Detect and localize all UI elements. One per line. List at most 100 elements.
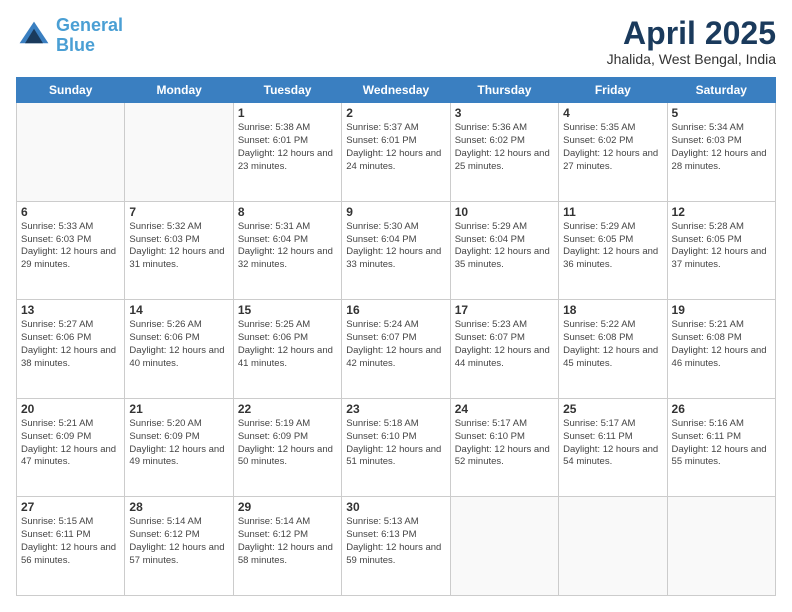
day-number: 2 bbox=[346, 106, 445, 120]
week-row-1: 1 Sunrise: 5:38 AMSunset: 6:01 PMDaylight… bbox=[17, 103, 776, 202]
calendar-cell: 16 Sunrise: 5:24 AMSunset: 6:07 PMDayligh… bbox=[342, 300, 450, 399]
day-info: Sunrise: 5:29 AMSunset: 6:05 PMDaylight:… bbox=[563, 221, 662, 272]
day-number: 8 bbox=[238, 205, 337, 219]
calendar-cell: 24Sunrise: 5:17 AMSunset: 6:10 PMDayligh… bbox=[450, 398, 558, 497]
title-block: April 2025 Jhalida, West Bengal, India bbox=[607, 16, 776, 67]
day-info: Sunrise: 5:18 AMSunset: 6:10 PMDaylight:… bbox=[346, 418, 445, 469]
day-info: Sunrise: 5:21 AMSunset: 6:09 PMDaylight:… bbox=[21, 418, 120, 469]
day-number: 20 bbox=[21, 402, 120, 416]
calendar-cell: 19 Sunrise: 5:21 AMSunset: 6:08 PMDayligh… bbox=[667, 300, 775, 399]
day-info: Sunrise: 5:32 AMSunset: 6:03 PMDaylight:… bbox=[129, 221, 228, 272]
day-number: 17 bbox=[455, 303, 554, 317]
week-row-3: 13 Sunrise: 5:27 AMSunset: 6:06 PMDayligh… bbox=[17, 300, 776, 399]
header-tuesday: Tuesday bbox=[233, 78, 341, 103]
day-info: Sunrise: 5:37 AMSunset: 6:01 PMDaylight:… bbox=[346, 122, 445, 173]
day-info: Sunrise: 5:13 AMSunset: 6:13 PMDaylight:… bbox=[346, 516, 445, 567]
calendar-cell: 5 Sunrise: 5:34 AMSunset: 6:03 PMDaylight… bbox=[667, 103, 775, 202]
calendar-cell: 18Sunrise: 5:22 AMSunset: 6:08 PMDayligh… bbox=[559, 300, 667, 399]
header-friday: Friday bbox=[559, 78, 667, 103]
calendar-cell: 10Sunrise: 5:29 AMSunset: 6:04 PMDayligh… bbox=[450, 201, 558, 300]
day-info: Sunrise: 5:27 AMSunset: 6:06 PMDaylight:… bbox=[21, 319, 120, 370]
calendar-cell bbox=[17, 103, 125, 202]
logo-general: General bbox=[56, 15, 123, 35]
day-number: 6 bbox=[21, 205, 120, 219]
calendar-cell: 12Sunrise: 5:28 AMSunset: 6:05 PMDayligh… bbox=[667, 201, 775, 300]
day-info: Sunrise: 5:35 AMSunset: 6:02 PMDaylight:… bbox=[563, 122, 662, 173]
day-number: 26 bbox=[672, 402, 771, 416]
day-info: Sunrise: 5:17 AMSunset: 6:10 PMDaylight:… bbox=[455, 418, 554, 469]
day-info: Sunrise: 5:24 AMSunset: 6:07 PMDaylight:… bbox=[346, 319, 445, 370]
calendar-cell: 4Sunrise: 5:35 AMSunset: 6:02 PMDaylight… bbox=[559, 103, 667, 202]
day-info: Sunrise: 5:21 AMSunset: 6:08 PMDaylight:… bbox=[672, 319, 771, 370]
day-number: 19 bbox=[672, 303, 771, 317]
day-info: Sunrise: 5:14 AMSunset: 6:12 PMDaylight:… bbox=[238, 516, 337, 567]
day-info: Sunrise: 5:14 AMSunset: 6:12 PMDaylight:… bbox=[129, 516, 228, 567]
calendar-cell: 27 Sunrise: 5:15 AMSunset: 6:11 PMDayligh… bbox=[17, 497, 125, 596]
calendar-cell: 2 Sunrise: 5:37 AMSunset: 6:01 PMDaylight… bbox=[342, 103, 450, 202]
day-info: Sunrise: 5:34 AMSunset: 6:03 PMDaylight:… bbox=[672, 122, 771, 173]
day-number: 3 bbox=[455, 106, 554, 120]
calendar-cell: 11 Sunrise: 5:29 AMSunset: 6:05 PMDayligh… bbox=[559, 201, 667, 300]
day-number: 13 bbox=[21, 303, 120, 317]
day-number: 21 bbox=[129, 402, 228, 416]
day-number: 9 bbox=[346, 205, 445, 219]
calendar-cell: 20 Sunrise: 5:21 AMSunset: 6:09 PMDayligh… bbox=[17, 398, 125, 497]
day-number: 23 bbox=[346, 402, 445, 416]
header-monday: Monday bbox=[125, 78, 233, 103]
calendar-cell bbox=[450, 497, 558, 596]
header-saturday: Saturday bbox=[667, 78, 775, 103]
calendar-cell: 1 Sunrise: 5:38 AMSunset: 6:01 PMDaylight… bbox=[233, 103, 341, 202]
calendar-table: Sunday Monday Tuesday Wednesday Thursday… bbox=[16, 77, 776, 596]
day-info: Sunrise: 5:26 AMSunset: 6:06 PMDaylight:… bbox=[129, 319, 228, 370]
day-info: Sunrise: 5:28 AMSunset: 6:05 PMDaylight:… bbox=[672, 221, 771, 272]
calendar-cell: 9Sunrise: 5:30 AMSunset: 6:04 PMDaylight… bbox=[342, 201, 450, 300]
calendar-cell: 29 Sunrise: 5:14 AMSunset: 6:12 PMDayligh… bbox=[233, 497, 341, 596]
day-info: Sunrise: 5:23 AMSunset: 6:07 PMDaylight:… bbox=[455, 319, 554, 370]
logo-icon bbox=[16, 18, 52, 54]
calendar-header-row: Sunday Monday Tuesday Wednesday Thursday… bbox=[17, 78, 776, 103]
day-info: Sunrise: 5:19 AMSunset: 6:09 PMDaylight:… bbox=[238, 418, 337, 469]
calendar-cell: 14Sunrise: 5:26 AMSunset: 6:06 PMDayligh… bbox=[125, 300, 233, 399]
day-info: Sunrise: 5:15 AMSunset: 6:11 PMDaylight:… bbox=[21, 516, 120, 567]
calendar-cell: 30Sunrise: 5:13 AMSunset: 6:13 PMDayligh… bbox=[342, 497, 450, 596]
day-number: 15 bbox=[238, 303, 337, 317]
week-row-5: 27 Sunrise: 5:15 AMSunset: 6:11 PMDayligh… bbox=[17, 497, 776, 596]
calendar-cell bbox=[559, 497, 667, 596]
header-wednesday: Wednesday bbox=[342, 78, 450, 103]
day-info: Sunrise: 5:33 AMSunset: 6:03 PMDaylight:… bbox=[21, 221, 120, 272]
logo-blue: Blue bbox=[56, 35, 95, 55]
day-number: 11 bbox=[563, 205, 662, 219]
calendar-cell: 28 Sunrise: 5:14 AMSunset: 6:12 PMDayligh… bbox=[125, 497, 233, 596]
day-number: 5 bbox=[672, 106, 771, 120]
calendar-cell: 22 Sunrise: 5:19 AMSunset: 6:09 PMDayligh… bbox=[233, 398, 341, 497]
calendar-cell: 7Sunrise: 5:32 AMSunset: 6:03 PMDaylight… bbox=[125, 201, 233, 300]
day-info: Sunrise: 5:17 AMSunset: 6:11 PMDaylight:… bbox=[563, 418, 662, 469]
header: General Blue April 2025 Jhalida, West Be… bbox=[16, 16, 776, 67]
calendar-cell: 17 Sunrise: 5:23 AMSunset: 6:07 PMDayligh… bbox=[450, 300, 558, 399]
header-thursday: Thursday bbox=[450, 78, 558, 103]
calendar-cell: 13 Sunrise: 5:27 AMSunset: 6:06 PMDayligh… bbox=[17, 300, 125, 399]
day-number: 29 bbox=[238, 500, 337, 514]
location: Jhalida, West Bengal, India bbox=[607, 51, 776, 67]
day-number: 18 bbox=[563, 303, 662, 317]
day-info: Sunrise: 5:29 AMSunset: 6:04 PMDaylight:… bbox=[455, 221, 554, 272]
week-row-4: 20 Sunrise: 5:21 AMSunset: 6:09 PMDayligh… bbox=[17, 398, 776, 497]
calendar-cell bbox=[125, 103, 233, 202]
day-number: 22 bbox=[238, 402, 337, 416]
calendar-cell: 6 Sunrise: 5:33 AMSunset: 6:03 PMDaylight… bbox=[17, 201, 125, 300]
calendar-cell: 23 Sunrise: 5:18 AMSunset: 6:10 PMDayligh… bbox=[342, 398, 450, 497]
day-info: Sunrise: 5:38 AMSunset: 6:01 PMDaylight:… bbox=[238, 122, 337, 173]
day-number: 28 bbox=[129, 500, 228, 514]
day-number: 27 bbox=[21, 500, 120, 514]
day-info: Sunrise: 5:36 AMSunset: 6:02 PMDaylight:… bbox=[455, 122, 554, 173]
day-info: Sunrise: 5:31 AMSunset: 6:04 PMDaylight:… bbox=[238, 221, 337, 272]
calendar-cell: 8 Sunrise: 5:31 AMSunset: 6:04 PMDaylight… bbox=[233, 201, 341, 300]
day-number: 16 bbox=[346, 303, 445, 317]
week-row-2: 6 Sunrise: 5:33 AMSunset: 6:03 PMDaylight… bbox=[17, 201, 776, 300]
day-info: Sunrise: 5:16 AMSunset: 6:11 PMDaylight:… bbox=[672, 418, 771, 469]
logo: General Blue bbox=[16, 16, 123, 56]
day-number: 1 bbox=[238, 106, 337, 120]
day-info: Sunrise: 5:25 AMSunset: 6:06 PMDaylight:… bbox=[238, 319, 337, 370]
page: General Blue April 2025 Jhalida, West Be… bbox=[0, 0, 792, 612]
logo-text: General Blue bbox=[56, 16, 123, 56]
